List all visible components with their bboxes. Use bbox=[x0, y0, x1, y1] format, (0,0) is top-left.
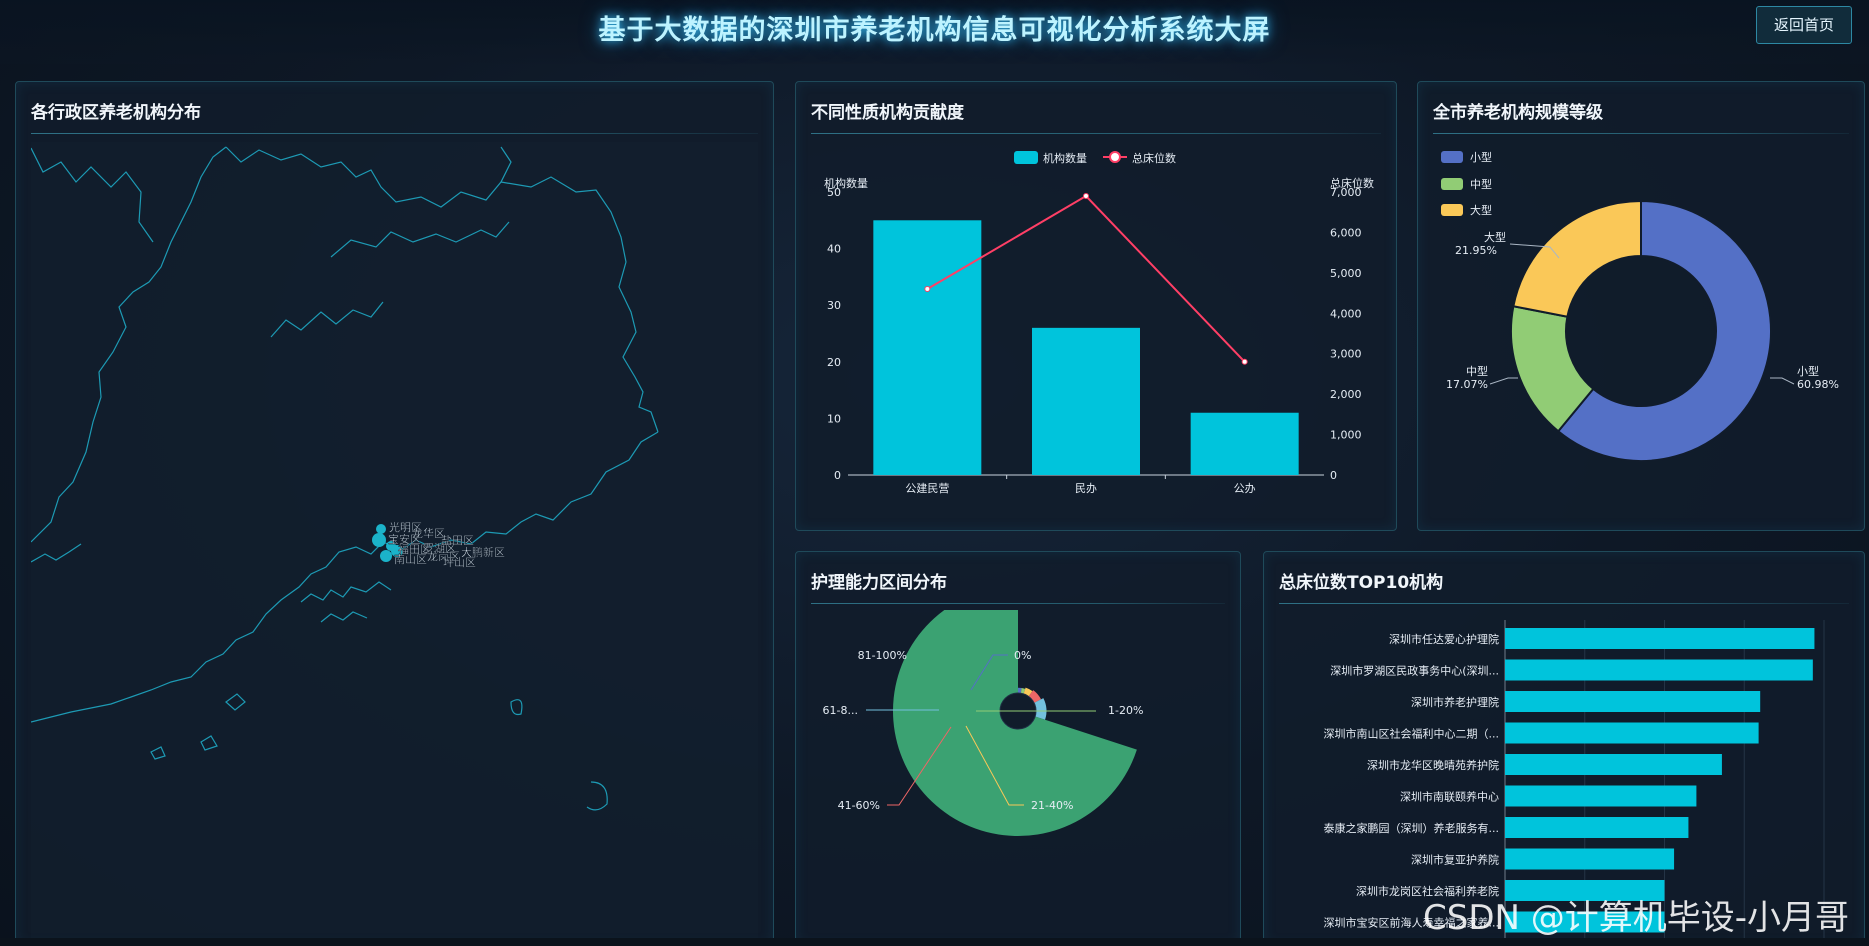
legend-label: 总床位数 bbox=[1132, 151, 1176, 165]
care-label: 81-100% bbox=[858, 649, 907, 662]
contribution-chart[interactable]: 机构数量 总床位数 机构数量 总床位数 0 10 20 30 40 50 0 1,000 2,0… bbox=[796, 140, 1396, 530]
slice-percent-small: 60.98% bbox=[1797, 378, 1839, 391]
care-panel: 护理能力区间分布 1-20% 21-40% 41-60% 61-8... 81-… bbox=[795, 551, 1241, 946]
top10-bar[interactable] bbox=[1505, 691, 1761, 712]
top10-bar[interactable] bbox=[1505, 848, 1675, 870]
leader-line-medium bbox=[1489, 377, 1518, 385]
top10-label: 深圳市南山区社会福利中心二期（... bbox=[1324, 727, 1500, 741]
legend-label: 小型 bbox=[1470, 150, 1492, 164]
care-rose-chart[interactable]: 1-20% 21-40% 41-60% 61-8... 81-100% 0% bbox=[796, 610, 1240, 945]
x-tick-label: 公建民营 bbox=[905, 481, 949, 495]
scale-panel-title: 全市养老机构规模等级 bbox=[1433, 103, 1603, 123]
panel-divider bbox=[1433, 133, 1849, 134]
scale-panel: 全市养老机构规模等级 小型 中型 大型 小型 60.98% 中型 17.07% … bbox=[1417, 81, 1865, 531]
y-tick-label: 50 bbox=[827, 186, 841, 199]
legend-swatch-medium bbox=[1441, 178, 1463, 190]
y2-tick-label: 4,000 bbox=[1330, 307, 1362, 320]
x-tick-label: 民办 bbox=[1075, 482, 1097, 495]
care-label: 21-40% bbox=[1031, 799, 1073, 812]
contribution-panel: 不同性质机构贡献度 机构数量 总床位数 机构数量 总床位数 0 10 20 30 40 5… bbox=[795, 81, 1397, 531]
y2-tick-label: 2,000 bbox=[1330, 388, 1362, 401]
legend-line-marker bbox=[1109, 151, 1121, 163]
top10-label: 深圳市养老护理院 bbox=[1411, 695, 1499, 709]
bottom-bar bbox=[0, 938, 1869, 946]
donut-slice[interactable] bbox=[1512, 199, 1642, 318]
care-label: 0% bbox=[1014, 649, 1031, 662]
map-panel-title: 各行政区养老机构分布 bbox=[31, 103, 201, 123]
scale-legend[interactable]: 小型 中型 大型 bbox=[1441, 150, 1492, 217]
legend-label: 大型 bbox=[1470, 203, 1492, 217]
legend-swatch-small bbox=[1441, 151, 1463, 163]
map-panel: 各行政区养老机构分布 光明区 宝安区 龙华区 福田区 南山区 罗湖区 盐田区 龙… bbox=[15, 81, 774, 946]
panel-divider bbox=[31, 133, 758, 134]
legend-label: 中型 bbox=[1470, 177, 1492, 191]
y-tick-label: 0 bbox=[834, 469, 841, 482]
line-point[interactable] bbox=[1241, 358, 1248, 365]
top10-panel-title: 总床位数TOP10机构 bbox=[1279, 573, 1444, 593]
y-tick-label: 20 bbox=[827, 356, 841, 369]
top10-bar[interactable] bbox=[1505, 659, 1813, 681]
y2-tick-label: 1,000 bbox=[1330, 429, 1362, 442]
chart-legend[interactable]: 机构数量 总床位数 bbox=[1014, 151, 1176, 165]
y2-tick-label: 0 bbox=[1330, 469, 1337, 482]
legend-bar-swatch bbox=[1014, 151, 1038, 164]
top10-label: 深圳市复亚护养院 bbox=[1411, 853, 1499, 867]
page-title: 基于大数据的深圳市养老机构信息可视化分析系统大屏 bbox=[598, 15, 1271, 46]
panel-divider bbox=[811, 133, 1381, 134]
top10-bar[interactable] bbox=[1505, 754, 1722, 775]
top10-bar[interactable] bbox=[1505, 628, 1815, 649]
panel-divider bbox=[811, 603, 1225, 604]
legend-label: 机构数量 bbox=[1043, 151, 1087, 165]
shenzhen-map[interactable]: 光明区 宝安区 龙华区 福田区 南山区 罗湖区 盐田区 龙岗区 坪山区 大鹏新区 bbox=[31, 142, 758, 942]
line-point[interactable] bbox=[1083, 193, 1089, 200]
y2-tick-label: 5,000 bbox=[1330, 267, 1362, 280]
care-label: 41-60% bbox=[838, 799, 880, 812]
top10-label: 泰康之家鹏园（深圳）养老服务有... bbox=[1324, 821, 1500, 835]
y-tick-label: 30 bbox=[827, 299, 841, 312]
care-panel-title: 护理能力区间分布 bbox=[811, 573, 947, 593]
contribution-bar[interactable] bbox=[1190, 412, 1299, 475]
y-tick-label: 10 bbox=[827, 412, 841, 425]
care-label: 61-8... bbox=[823, 704, 858, 717]
contribution-bar[interactable] bbox=[873, 220, 982, 475]
leader-line-small bbox=[1770, 377, 1795, 385]
care-label: 1-20% bbox=[1108, 704, 1143, 717]
legend-swatch-large bbox=[1441, 204, 1463, 216]
csdn-watermark: CSDN @计算机毕设-小月哥 bbox=[1423, 898, 1850, 938]
top10-panel: 总床位数TOP10机构 深圳市任达爱心护理院深圳市罗湖区民政事务中心(深圳...… bbox=[1263, 551, 1865, 946]
y2-tick-label: 3,000 bbox=[1330, 348, 1362, 361]
line-point[interactable] bbox=[924, 286, 931, 293]
panel-divider bbox=[1279, 603, 1849, 604]
y2-tick-label: 6,000 bbox=[1330, 226, 1362, 239]
slice-label-small: 小型 bbox=[1797, 364, 1819, 378]
contribution-panel-title: 不同性质机构贡献度 bbox=[811, 103, 964, 123]
y-tick-label: 40 bbox=[827, 243, 841, 256]
top10-label: 深圳市龙华区晚晴苑养护院 bbox=[1367, 758, 1499, 772]
home-button[interactable]: 返回首页 bbox=[1756, 6, 1852, 44]
scale-donut-chart[interactable]: 小型 中型 大型 小型 60.98% 中型 17.07% 大型 21.95% bbox=[1418, 140, 1864, 530]
slice-label-large: 大型 bbox=[1484, 230, 1506, 244]
top10-label: 深圳市任达爱心护理院 bbox=[1389, 632, 1499, 646]
rose-slice[interactable] bbox=[893, 610, 1137, 836]
y2-tick-label: 7,000 bbox=[1330, 186, 1362, 199]
district-label: 大鹏新区 bbox=[461, 545, 505, 559]
slice-percent-medium: 17.07% bbox=[1446, 378, 1488, 391]
top10-bar[interactable] bbox=[1505, 817, 1689, 838]
slice-percent-large: 21.95% bbox=[1455, 244, 1497, 257]
top10-label: 深圳市罗湖区民政事务中心(深圳... bbox=[1330, 664, 1499, 678]
top10-bar[interactable] bbox=[1505, 785, 1697, 807]
contribution-bar[interactable] bbox=[1032, 327, 1140, 475]
top10-bar[interactable] bbox=[1505, 722, 1759, 744]
top10-label: 深圳市南联颐养中心 bbox=[1400, 790, 1499, 804]
slice-label-medium: 中型 bbox=[1466, 364, 1488, 378]
x-tick-label: 公办 bbox=[1234, 482, 1256, 495]
